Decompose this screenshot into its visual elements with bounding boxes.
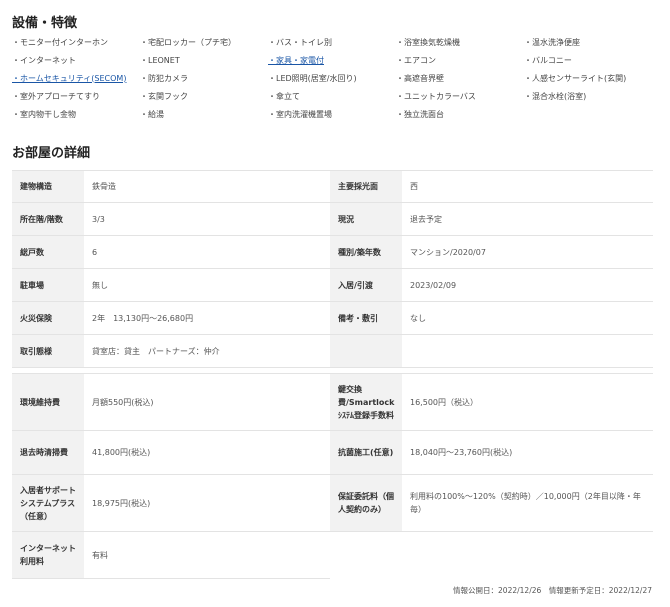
- row-label: 保証委託料（個人契約のみ）: [330, 474, 402, 532]
- table-row: 火災保険 2年 13,130円〜26,680円 備考・敷引 なし: [12, 301, 653, 335]
- row-label: 鍵交換費/Smartlockｼｽﾃﾑ登録手数料: [330, 373, 402, 431]
- row-value: 鉄骨造: [84, 170, 330, 203]
- table-row: 総戸数 6 種別/築年数 マンション/2020/07: [12, 235, 653, 269]
- row-value: マンション/2020/07: [402, 235, 653, 269]
- row-label: 駐車場: [12, 268, 84, 302]
- row-label: 所在階/階数: [12, 202, 84, 236]
- row-label: [330, 334, 402, 368]
- row-value: 月額550円(税込): [84, 373, 330, 431]
- row-value: 18,040円〜23,760円(税込): [402, 430, 653, 475]
- feature-item: ・室外アプローチてすり: [12, 91, 100, 101]
- row-value: 16,500円（税込）: [402, 373, 653, 431]
- empty-cell: [330, 531, 402, 579]
- empty-cell: [402, 531, 653, 579]
- row-value: 西: [402, 170, 653, 203]
- table-row: 入居者サポートシステムプラス（任意） 18,975円(税込) 保証委託料（個人契…: [12, 474, 653, 532]
- row-value: 退去予定: [402, 202, 653, 236]
- feature-item: ・防犯カメラ: [140, 73, 188, 83]
- row-value: なし: [402, 301, 653, 335]
- feature-item: ・エアコン: [396, 55, 436, 65]
- row-value: 6: [84, 235, 330, 269]
- row-value: 2年 13,130円〜26,680円: [84, 301, 330, 335]
- table-row: インターネット利用料 有料: [12, 531, 653, 579]
- row-value: 18,975円(税込): [84, 474, 330, 532]
- features-row: ・モニター付インターホン ・宅配ロッカー（プチ宅） ・バス・トイレ別 ・浴室換気…: [12, 33, 662, 51]
- feature-item: ・高遮音界壁: [396, 73, 444, 83]
- feature-item: ・混合水栓(浴室): [524, 91, 587, 101]
- row-label: 備考・敷引: [330, 301, 402, 335]
- feature-item: ・LED照明(居室/水回り): [268, 73, 357, 83]
- features-list: ・モニター付インターホン ・宅配ロッカー（プチ宅） ・バス・トイレ別 ・浴室換気…: [12, 33, 662, 123]
- row-label: 入居者サポートシステムプラス（任意）: [12, 474, 84, 532]
- feature-item: ・室内物干し金物: [12, 109, 76, 119]
- feature-item: ・LEONET: [140, 55, 180, 65]
- feature-item: ・傘立て: [268, 91, 300, 101]
- row-label: 主要採光面: [330, 170, 402, 203]
- features-row: ・ホームセキュリティ(SECOM) ・防犯カメラ ・LED照明(居室/水回り) …: [12, 69, 662, 87]
- table-row: 環境維持費 月額550円(税込) 鍵交換費/Smartlockｼｽﾃﾑ登録手数料…: [12, 373, 653, 431]
- feature-item: ・給湯: [140, 109, 164, 119]
- row-label: 環境維持費: [12, 373, 84, 431]
- info-dates: 情報公開日：2022/12/26 情報更新予定日：2022/12/27: [453, 586, 652, 595]
- feature-link-furniture[interactable]: ・家具・家電付: [268, 55, 396, 66]
- details-table-main: 建物構造 鉄骨造 主要採光面 西 所在階/階数 3/3 現況 退去予定 総戸数 …: [12, 170, 653, 368]
- feature-link-home-security[interactable]: ・ホームセキュリティ(SECOM): [12, 73, 140, 84]
- details-title: お部屋の詳細: [12, 146, 91, 161]
- row-label: 入居/引渡: [330, 268, 402, 302]
- row-label: 種別/築年数: [330, 235, 402, 269]
- row-label: 建物構造: [12, 170, 84, 203]
- row-label: 取引態様: [12, 334, 84, 368]
- features-title: 設備・特徴: [12, 16, 78, 31]
- feature-item: ・バス・トイレ別: [268, 37, 332, 47]
- row-label: 火災保険: [12, 301, 84, 335]
- table-row: 建物構造 鉄骨造 主要採光面 西: [12, 170, 653, 203]
- row-value: 無し: [84, 268, 330, 302]
- row-label: 退去時清掃費: [12, 430, 84, 475]
- row-label: 現況: [330, 202, 402, 236]
- row-value: [402, 334, 653, 368]
- row-value: 41,800円(税込): [84, 430, 330, 475]
- row-value: 利用料の100%〜120%（契約時）／10,000円（2年目以降・年毎）: [402, 474, 653, 532]
- features-row: ・室内物干し金物 ・給湯 ・室内洗濯機置場 ・独立洗面台: [12, 105, 662, 123]
- details-table-fees: 環境維持費 月額550円(税込) 鍵交換費/Smartlockｼｽﾃﾑ登録手数料…: [12, 373, 653, 579]
- row-value: 3/3: [84, 202, 330, 236]
- feature-item: ・室内洗濯機置場: [268, 109, 332, 119]
- table-row: 取引態様 貸室店：貸主 パートナーズ：仲介: [12, 334, 653, 368]
- feature-item: ・バルコニー: [524, 55, 572, 65]
- feature-item: ・玄関フック: [140, 91, 188, 101]
- feature-item: ・人感センサーライト(玄関): [524, 73, 627, 83]
- row-label: 抗菌施工(任意): [330, 430, 402, 475]
- feature-item: ・独立洗面台: [396, 109, 444, 119]
- table-row: 所在階/階数 3/3 現況 退去予定: [12, 202, 653, 236]
- table-row: 駐車場 無し 入居/引渡 2023/02/09: [12, 268, 653, 302]
- row-value: 有料: [84, 531, 330, 579]
- feature-item: ・宅配ロッカー（プチ宅）: [140, 37, 236, 47]
- feature-item: ・モニター付インターホン: [12, 37, 108, 47]
- row-value: 2023/02/09: [402, 268, 653, 302]
- feature-item: ・温水洗浄便座: [524, 37, 580, 47]
- table-row: 退去時清掃費 41,800円(税込) 抗菌施工(任意) 18,040円〜23,7…: [12, 430, 653, 475]
- features-row: ・インターネット ・LEONET ・家具・家電付 ・エアコン ・バルコニー: [12, 51, 662, 69]
- row-label: 総戸数: [12, 235, 84, 269]
- row-value: 貸室店：貸主 パートナーズ：仲介: [84, 334, 330, 368]
- feature-item: ・ユニットカラーバス: [396, 91, 476, 101]
- features-row: ・室外アプローチてすり ・玄関フック ・傘立て ・ユニットカラーバス ・混合水栓…: [12, 87, 662, 105]
- feature-item: ・インターネット: [12, 55, 76, 65]
- feature-item: ・浴室換気乾燥機: [396, 37, 460, 47]
- row-label: インターネット利用料: [12, 531, 84, 579]
